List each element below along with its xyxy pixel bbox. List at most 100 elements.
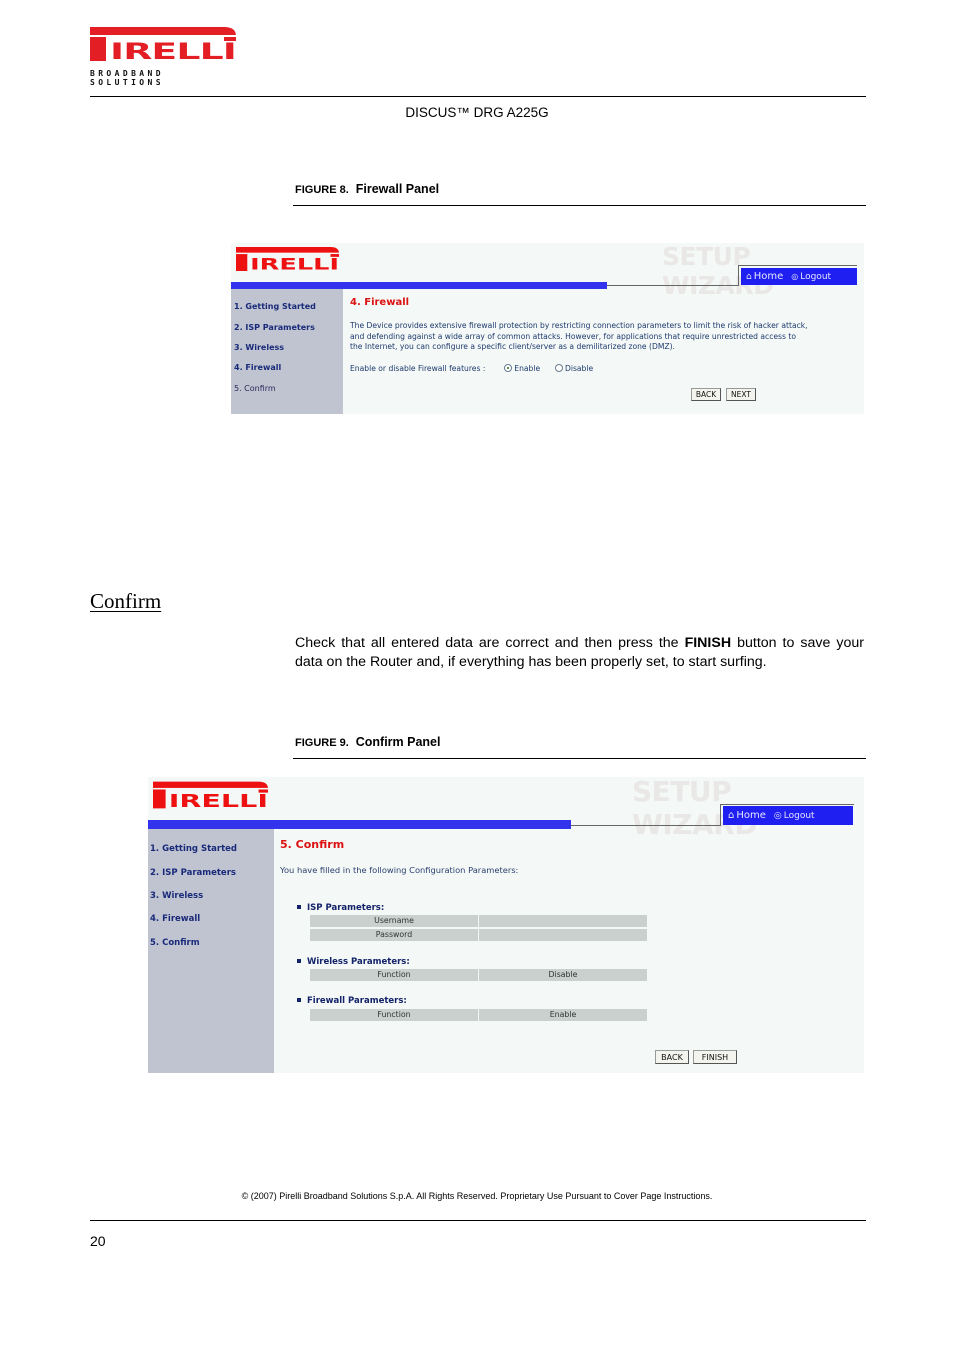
top-nav: ⌂ Home ◎ Logout: [741, 268, 857, 285]
logout-label: Logout: [800, 271, 832, 282]
param-value: [479, 929, 647, 941]
bullet-icon: [297, 998, 301, 1002]
sidebar-item-wireless[interactable]: 3. Wireless: [234, 343, 284, 352]
group-title-text: Wireless Parameters:: [307, 957, 410, 967]
radio-enable[interactable]: Enable: [504, 364, 540, 373]
home-icon: ⌂: [746, 271, 752, 282]
logout-icon: ◎: [773, 810, 782, 821]
description-line: and defending against a wide array of co…: [350, 331, 796, 341]
brand-sub-line1: BROADBAND: [90, 69, 164, 78]
para-text: Check that all entered data are correct …: [295, 635, 685, 651]
param-value: Enable: [479, 1009, 647, 1021]
sidebar-item-getting-started[interactable]: 1. Getting Started: [150, 844, 237, 854]
page-number: 20: [90, 1233, 106, 1249]
figure9-rule: [293, 758, 866, 759]
group-title-text: ISP Parameters:: [307, 903, 385, 913]
next-button[interactable]: NEXT: [726, 388, 756, 401]
description-line: the Internet, you can configure a specif…: [350, 342, 675, 351]
sidebar-item-wireless[interactable]: 3. Wireless: [150, 891, 203, 901]
progress-bar: [148, 820, 571, 829]
sidebar-item-firewall[interactable]: 4. Firewall: [234, 363, 281, 372]
svg-text:IRELLI: IRELLI: [169, 792, 268, 810]
sidebar-item-firewall[interactable]: 4. Firewall: [150, 914, 200, 924]
logout-link[interactable]: ◎ Logout: [791, 272, 831, 282]
bullet-icon: [297, 905, 301, 909]
logout-icon: ◎: [791, 272, 799, 281]
panel-logo: IRELLI: [236, 247, 339, 272]
figure8-title: Firewall Panel: [355, 182, 440, 196]
confirm-intro: You have filled in the following Configu…: [280, 865, 519, 875]
tab-edge: [738, 265, 739, 286]
param-row: Username: [310, 915, 647, 927]
figure9-title: Confirm Panel: [355, 735, 441, 749]
description-line: The Device provides extensive firewall p…: [350, 321, 808, 330]
svg-text:IRELLI: IRELLI: [110, 40, 236, 61]
sidebar-item-confirm[interactable]: 5. Confirm: [234, 384, 276, 393]
section-paragraph: Check that all entered data are correct …: [295, 634, 864, 671]
home-link[interactable]: ⌂ Home: [746, 271, 783, 282]
firewall-parameters-title: Firewall Parameters:: [297, 996, 407, 1006]
progress-bar: [231, 282, 607, 289]
radio-disable-label: Disable: [564, 364, 594, 373]
confirm-panel: IRELLI SETUP WIZARD ⌂ Home ◎ Logout 1. G…: [148, 775, 864, 1073]
figure8-rule: [293, 205, 866, 206]
param-value: Disable: [479, 969, 647, 981]
param-name: Password: [310, 929, 478, 941]
figure8-number: FIGURE 8.: [295, 184, 349, 196]
sidebar-item-isp-parameters[interactable]: 2. ISP Parameters: [234, 323, 315, 332]
page-heading: 4. Firewall: [350, 297, 410, 308]
radio-unselected-icon: [554, 364, 563, 372]
footer-rule: [90, 1220, 866, 1221]
sidebar-item-confirm[interactable]: 5. Confirm: [150, 938, 200, 948]
param-row: Function Enable: [310, 1009, 647, 1021]
section-title: Confirm: [90, 589, 162, 613]
back-button[interactable]: BACK: [691, 388, 721, 401]
param-name: Function: [310, 969, 478, 981]
brand-sub-line2: SOLUTIONS: [90, 78, 164, 87]
copyright: © (2007) Pirelli Broadband Solutions S.p…: [241, 1191, 713, 1201]
header-rule: [90, 96, 866, 97]
logout-link[interactable]: ◎ Logout: [774, 811, 815, 821]
sidebar: 1. Getting Started 2. ISP Parameters 3. …: [148, 829, 274, 1073]
tab-top-line: [738, 265, 857, 266]
param-name: Username: [310, 915, 478, 927]
figure9-caption: FIGURE 9. Confirm Panel: [295, 735, 441, 749]
sidebar-item-isp-parameters[interactable]: 2. ISP Parameters: [150, 868, 236, 878]
home-link[interactable]: ⌂ Home: [728, 810, 766, 821]
back-button[interactable]: BACK: [655, 1050, 689, 1064]
para-bold: FINISH: [684, 635, 732, 651]
radio-selected-icon: [504, 364, 513, 372]
logout-label: Logout: [783, 810, 815, 821]
top-nav: ⌂ Home ◎ Logout: [723, 806, 853, 825]
figure8-caption: FIGURE 8. Firewall Panel: [295, 182, 439, 196]
firewall-panel: IRELLI SETUP WIZARD ⌂ Home ◎ Logout 1. G…: [231, 242, 864, 414]
sidebar: 1. Getting Started 2. ISP Parameters 3. …: [231, 289, 343, 414]
radio-enable-label: Enable: [514, 364, 541, 373]
isp-parameters-title: ISP Parameters:: [297, 903, 384, 913]
home-label: Home: [753, 271, 784, 282]
svg-text:IRELLI: IRELLI: [250, 256, 339, 272]
page-heading: 5. Confirm: [280, 838, 345, 851]
bullet-icon: [297, 959, 301, 963]
wireless-parameters-title: Wireless Parameters:: [297, 957, 410, 967]
param-row: Function Disable: [310, 969, 647, 981]
doc-title: DISCUS™ DRG A225G: [405, 105, 549, 120]
param-row: Password: [310, 929, 647, 941]
sidebar-item-getting-started[interactable]: 1. Getting Started: [234, 302, 316, 311]
header-line: [571, 825, 720, 826]
tab-top-line: [720, 804, 854, 805]
panel-logo: IRELLI: [153, 781, 268, 810]
home-label: Home: [736, 810, 766, 821]
header-line: [607, 285, 738, 286]
figure9-number: FIGURE 9.: [295, 737, 349, 749]
finish-button[interactable]: FINISH: [693, 1050, 737, 1064]
firewall-description: The Device provides extensive firewall p…: [350, 321, 808, 353]
brand-subtitle: BROADBAND SOLUTIONS: [90, 69, 164, 87]
param-name: Function: [310, 1009, 478, 1021]
firewall-toggle-row: Enable or disable Firewall features : En…: [350, 364, 593, 375]
pirelli-logo: IRELLI: [90, 27, 236, 61]
home-icon: ⌂: [728, 810, 735, 821]
radio-disable[interactable]: Disable: [554, 364, 594, 373]
tab-edge: [720, 804, 721, 826]
param-value: [479, 915, 647, 927]
